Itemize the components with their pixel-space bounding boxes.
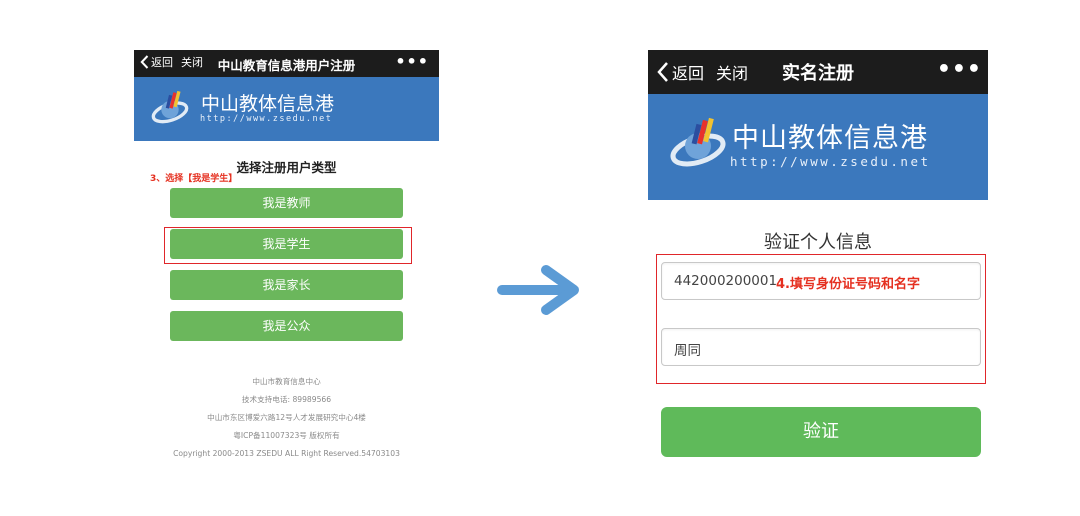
right-arrow-icon: [497, 265, 579, 315]
step-note: 3、选择【我是学生】: [150, 174, 238, 184]
id-number-value: 442000200001: [674, 273, 778, 289]
site-banner: 中山教体信息港 http://www.zsedu.net: [134, 77, 439, 141]
logo-text: 中山教体信息港: [201, 93, 335, 115]
footer-line: 中山市教育信息中心: [252, 377, 321, 386]
more-menu-icon[interactable]: •••: [937, 57, 982, 82]
student-highlight-box: [164, 227, 412, 264]
name-value: 周同: [674, 343, 701, 359]
logo-text: 中山教体信息港: [732, 123, 928, 154]
top-nav-bar: 返回 关闭 实名注册 •••: [648, 50, 988, 94]
left-phone-screen: 返回 关闭 中山教育信息港用户注册 ••• 中山教体信息港 http://www…: [134, 50, 439, 470]
logo-url: http://www.zsedu.net: [730, 154, 931, 169]
footer-line: Copyright 2000-2013 ZSEDU ALL Right Rese…: [173, 449, 400, 458]
public-button[interactable]: 我是公众: [170, 311, 403, 341]
more-menu-icon[interactable]: •••: [395, 52, 429, 71]
logo-url: http://www.zsedu.net: [200, 114, 333, 124]
page-footer: 中山市教育信息中心 技术支持电话: 89989566 中山市东区博爱六路12号人…: [134, 373, 439, 463]
footer-line: 中山市东区博爱六路12号人才发展研究中心4楼: [207, 413, 366, 422]
footer-line: 粤ICP备11007323号 版权所有: [233, 431, 340, 440]
top-nav-bar: 返回 关闭 中山教育信息港用户注册 •••: [134, 50, 439, 77]
site-logo-icon: [670, 117, 726, 167]
site-banner: 中山教体信息港 http://www.zsedu.net: [648, 94, 988, 200]
name-field[interactable]: 周同: [661, 328, 981, 366]
page-title: 中山教育信息港用户注册: [217, 58, 356, 73]
verify-button[interactable]: 验证: [661, 407, 981, 457]
teacher-button[interactable]: 我是教师: [170, 188, 403, 218]
section-title: 验证个人信息: [764, 232, 872, 253]
site-logo-icon: [151, 90, 189, 124]
footer-line: 技术支持电话: 89989566: [241, 395, 332, 404]
step-note: 4.填写身份证号码和名字: [776, 277, 920, 292]
id-number-field[interactable]: 442000200001 4.填写身份证号码和名字: [661, 262, 981, 300]
parent-button[interactable]: 我是家长: [170, 270, 403, 300]
right-phone-screen: 返回 关闭 实名注册 ••• 中山教体信息港 http://www.zsedu.…: [648, 50, 988, 470]
